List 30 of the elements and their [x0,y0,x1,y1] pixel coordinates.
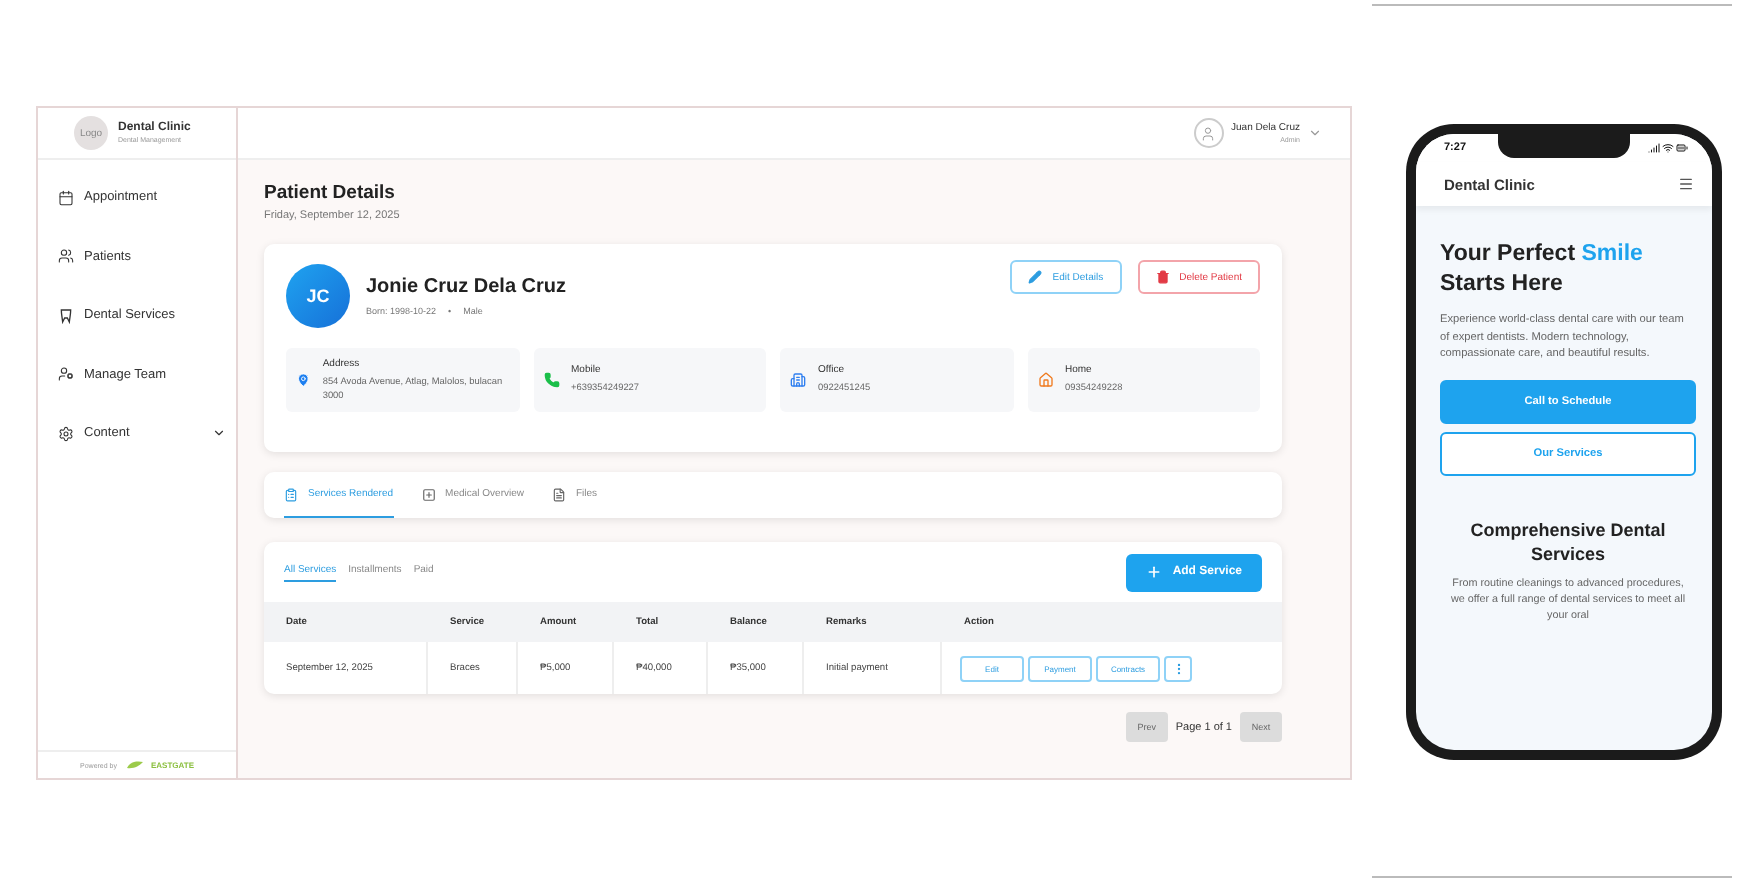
plus-icon [1146,564,1163,580]
pencil-icon [1028,270,1043,284]
user-gear-icon [58,366,74,383]
patient-name: Jonie Cruz Dela Cruz [366,276,569,298]
users-icon [58,248,74,265]
battery-icon [1676,142,1688,154]
wifi-icon [1662,142,1674,154]
section-title: Comprehensive Dental Services [1468,519,1668,567]
more-button[interactable] [1164,655,1192,681]
calendar-icon [58,189,74,206]
chevron-icon[interactable] [1308,126,1322,140]
hero-headline: Your Perfect Smile Starts Here [1440,240,1645,300]
phone-icon [543,372,559,388]
house-icon [1037,372,1053,388]
document-icon [552,487,566,501]
map-pin-icon [296,372,311,388]
trash-icon [1155,270,1170,284]
chevron-icon [212,426,226,441]
settings-icon [58,425,74,442]
patient-avatar: JC [286,264,350,328]
page-title: Patient Details [264,182,397,204]
clipboard-icon [284,487,298,501]
building-icon [790,372,806,388]
user-avatar[interactable] [1193,118,1224,148]
tooth-icon [58,307,74,324]
signal-icon [1648,142,1660,154]
menu-icon[interactable] [1678,176,1694,192]
medical-cross-icon [421,487,436,501]
phone-notch [1498,134,1630,158]
leaf-icon [125,760,143,770]
